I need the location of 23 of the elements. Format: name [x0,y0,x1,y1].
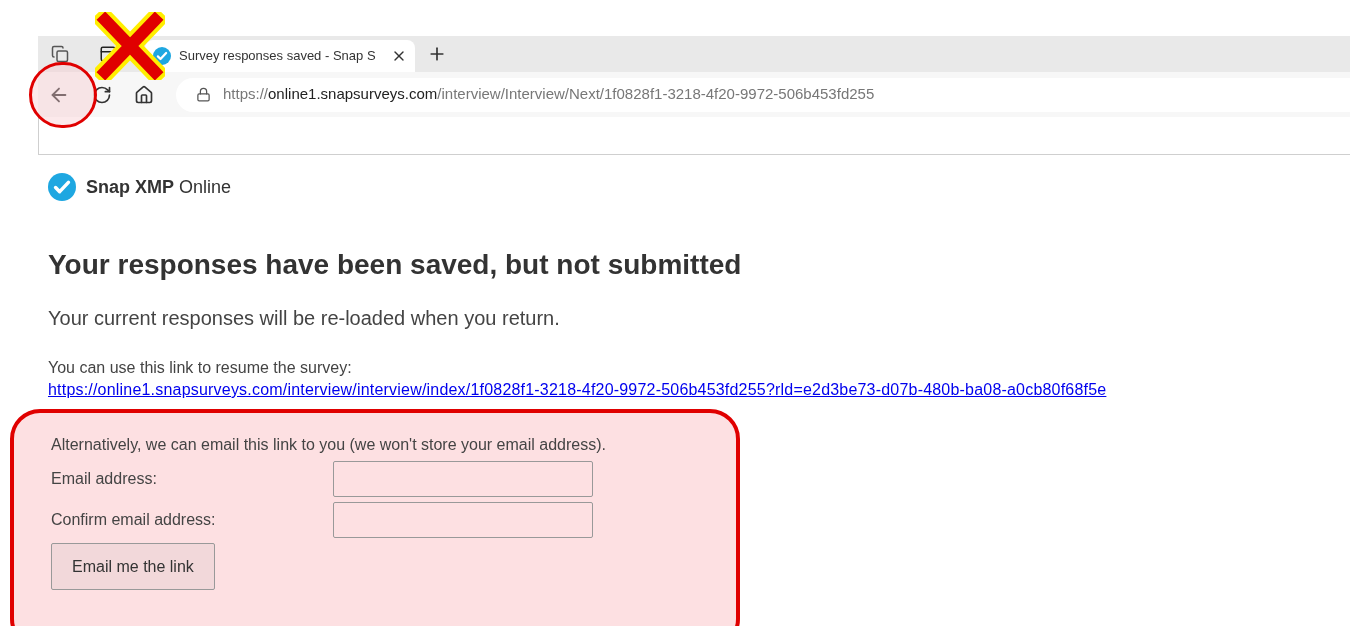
field-label: Email address: [51,469,158,489]
url-text: https://online1.snapsurveys.com/interview/Interview/Next/1f0828f1-3218-4f20-9972-506b453fd255 [223,84,875,105]
email-input[interactable] [333,461,593,497]
resume-link[interactable]: https://online1.snapsurveys.com/interview/interview/index/1f0828f1-3218-4f20-9972-506b453fd255?rld=e2d3be73-d07b-480b-ba08-a0cb80f68f5e [48,379,1350,401]
intro-text: Your current responses will be re-loaded when you return. [48,306,561,331]
cross-mark [95,12,165,80]
address-bar[interactable]: https://online1.snapsurveys.com/interview/Interview/Next/1f0828f1-3218-4f20-9972-506b453fd255 [176,77,1350,112]
reload-icon[interactable] [92,84,112,105]
email-link-button[interactable]: Email me the link [51,543,215,590]
field-label: Confirm email address: [51,510,217,530]
email-note: Alternatively, we can email this link to you (we won't store your email address). [51,435,607,455]
email-input[interactable] [333,502,593,538]
resume-label: You can use this link to resume the survey: [48,358,353,378]
home-icon[interactable] [134,84,154,105]
logo-icon [48,173,76,201]
workspaces-icon[interactable] [51,45,69,63]
brand-name: Snap XMP Online [86,175,232,199]
tab-title: Survey responses saved - Snap S [179,47,377,66]
page-heading: Your responses have been saved, but not submitted [48,248,743,282]
tab-actions-icon[interactable] [99,45,117,63]
favicon-icon [153,47,171,65]
lock-icon [196,87,211,102]
browser-tab[interactable]: Survey responses saved - Snap S [145,40,415,72]
